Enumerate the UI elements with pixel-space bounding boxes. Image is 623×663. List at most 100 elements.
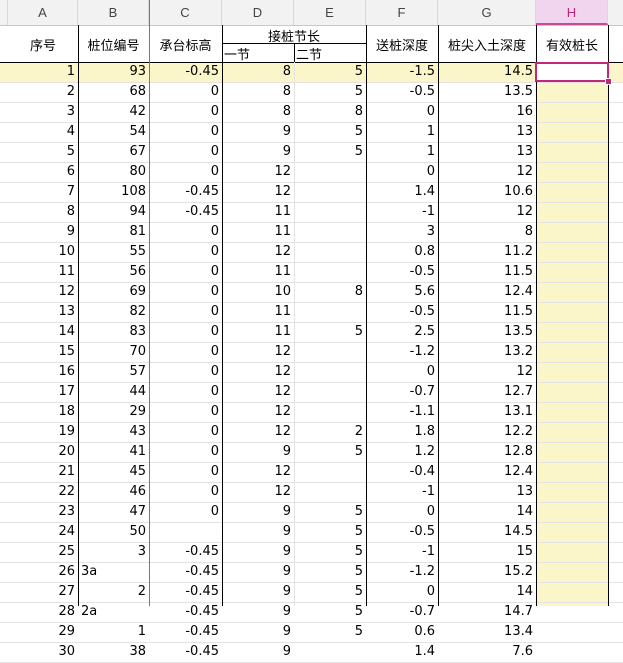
cell-tip-depth[interactable]: 8	[438, 222, 536, 242]
column-header-h[interactable]: H	[536, 0, 608, 25]
cell-seq[interactable]: 12	[8, 282, 78, 302]
cell-pile-no[interactable]: 29	[78, 402, 149, 422]
cell-send-depth[interactable]: 0	[366, 582, 438, 602]
cell-section-1[interactable]: 9	[222, 122, 294, 142]
cell-seq[interactable]: 30	[8, 642, 78, 662]
cell-section-2[interactable]	[294, 462, 366, 482]
cell-cap-elevation[interactable]: -0.45	[149, 642, 222, 662]
column-header-next[interactable]	[608, 0, 623, 25]
cell-pile-no[interactable]: 81	[78, 222, 149, 242]
cell-seq[interactable]: 21	[8, 462, 78, 482]
cell-section-1[interactable]: 9	[222, 142, 294, 162]
cell-section-2[interactable]	[294, 362, 366, 382]
cell-tip-depth[interactable]: 15	[438, 542, 536, 562]
cell-section-1[interactable]: 9	[222, 602, 294, 622]
cell-seq[interactable]: 5	[8, 142, 78, 162]
cell-tip-depth[interactable]: 14.5	[438, 522, 536, 542]
cell-seq[interactable]: 20	[8, 442, 78, 462]
cell-cap-elevation[interactable]: 0	[149, 502, 222, 522]
cell-seq[interactable]: 3	[8, 102, 78, 122]
cell-pile-no[interactable]: 67	[78, 142, 149, 162]
cell-tip-depth[interactable]: 10.6	[438, 182, 536, 202]
cell-cap-elevation[interactable]: 0	[149, 422, 222, 442]
cell-send-depth[interactable]: 5.6	[366, 282, 438, 302]
cell-pile-no[interactable]: 2	[78, 582, 149, 602]
cell-send-depth[interactable]: 1	[366, 142, 438, 162]
cell-effective-length[interactable]	[536, 542, 608, 562]
cell-cap-elevation[interactable]: -0.45	[149, 622, 222, 642]
cell-send-depth[interactable]: -1.1	[366, 402, 438, 422]
cell-tip-depth[interactable]: 13.1	[438, 402, 536, 422]
cell-tip-depth[interactable]: 13	[438, 482, 536, 502]
cell-cap-elevation[interactable]: 0	[149, 222, 222, 242]
cell-section-1[interactable]: 9	[222, 562, 294, 582]
cell-seq[interactable]: 28	[8, 602, 78, 622]
cell-tip-depth[interactable]: 13.5	[438, 82, 536, 102]
cell-send-depth[interactable]: -0.5	[366, 522, 438, 542]
cell-pile-no[interactable]: 69	[78, 282, 149, 302]
cell-pile-no[interactable]: 2a	[78, 602, 149, 622]
cell-send-depth[interactable]: -0.7	[366, 602, 438, 622]
column-header-c[interactable]: C	[149, 0, 222, 25]
cell-effective-length[interactable]	[536, 182, 608, 202]
cell-effective-length[interactable]	[536, 342, 608, 362]
cell-pile-no[interactable]: 70	[78, 342, 149, 362]
cell-seq[interactable]: 6	[8, 162, 78, 182]
cell-seq[interactable]: 27	[8, 582, 78, 602]
cell-tip-depth[interactable]: 11.5	[438, 262, 536, 282]
cell-pile-no[interactable]: 38	[78, 642, 149, 662]
cell-send-depth[interactable]: -1.5	[366, 62, 438, 82]
cell-seq[interactable]: 7	[8, 182, 78, 202]
cell-pile-no[interactable]: 43	[78, 422, 149, 442]
cell-pile-no[interactable]: 56	[78, 262, 149, 282]
header-cap-elevation[interactable]: 承台标高	[149, 35, 222, 54]
cell-cap-elevation[interactable]: 0	[149, 82, 222, 102]
cell-cap-elevation[interactable]	[149, 522, 222, 542]
cell-section-1[interactable]: 9	[222, 502, 294, 522]
active-cell-h2[interactable]	[535, 62, 609, 82]
cell-tip-depth[interactable]: 14.7	[438, 602, 536, 622]
cell-section-1[interactable]: 12	[222, 422, 294, 442]
cell-seq[interactable]: 13	[8, 302, 78, 322]
cell-tip-depth[interactable]: 11.5	[438, 302, 536, 322]
cell-send-depth[interactable]: 1.8	[366, 422, 438, 442]
cell-send-depth[interactable]: -1	[366, 202, 438, 222]
cell-tip-depth[interactable]: 13.4	[438, 622, 536, 642]
header-effective-length[interactable]: 有效桩长	[536, 35, 608, 54]
cell-pile-no[interactable]: 50	[78, 522, 149, 542]
cell-send-depth[interactable]: 1.4	[366, 182, 438, 202]
cell-section-1[interactable]: 12	[222, 362, 294, 382]
cell-send-depth[interactable]: 0	[366, 102, 438, 122]
cell-section-2[interactable]: 8	[294, 282, 366, 302]
cell-cap-elevation[interactable]: 0	[149, 282, 222, 302]
cell-tip-depth[interactable]: 13.2	[438, 342, 536, 362]
cell-effective-length[interactable]	[536, 422, 608, 442]
cell-section-1[interactable]: 9	[222, 542, 294, 562]
cell-cap-elevation[interactable]: -0.45	[149, 602, 222, 622]
cell-seq[interactable]: 25	[8, 542, 78, 562]
fill-handle[interactable]	[605, 78, 612, 85]
cell-section-1[interactable]: 12	[222, 342, 294, 362]
cell-section-2[interactable]: 5	[294, 142, 366, 162]
cell-pile-no[interactable]: 3a	[78, 562, 149, 582]
cell-effective-length[interactable]	[536, 482, 608, 502]
cell-cap-elevation[interactable]: 0	[149, 362, 222, 382]
column-header-d[interactable]: D	[222, 0, 294, 25]
cell-cap-elevation[interactable]: 0	[149, 462, 222, 482]
cell-tip-depth[interactable]: 16	[438, 102, 536, 122]
column-header-a[interactable]: A	[8, 0, 78, 25]
cell-pile-no[interactable]: 46	[78, 482, 149, 502]
cell-section-2[interactable]: 5	[294, 502, 366, 522]
cell-send-depth[interactable]: -1.2	[366, 342, 438, 362]
cell-send-depth[interactable]: 3	[366, 222, 438, 242]
cell-send-depth[interactable]: -0.5	[366, 302, 438, 322]
cell-section-1[interactable]: 8	[222, 82, 294, 102]
cell-section-2[interactable]: 5	[294, 542, 366, 562]
cell-seq[interactable]: 8	[8, 202, 78, 222]
cell-section-1[interactable]: 8	[222, 102, 294, 122]
cell-effective-length[interactable]	[536, 442, 608, 462]
cell-section-2[interactable]	[294, 162, 366, 182]
cell-cap-elevation[interactable]: 0	[149, 142, 222, 162]
column-header-g[interactable]: G	[438, 0, 536, 25]
cell-tip-depth[interactable]: 12.4	[438, 462, 536, 482]
